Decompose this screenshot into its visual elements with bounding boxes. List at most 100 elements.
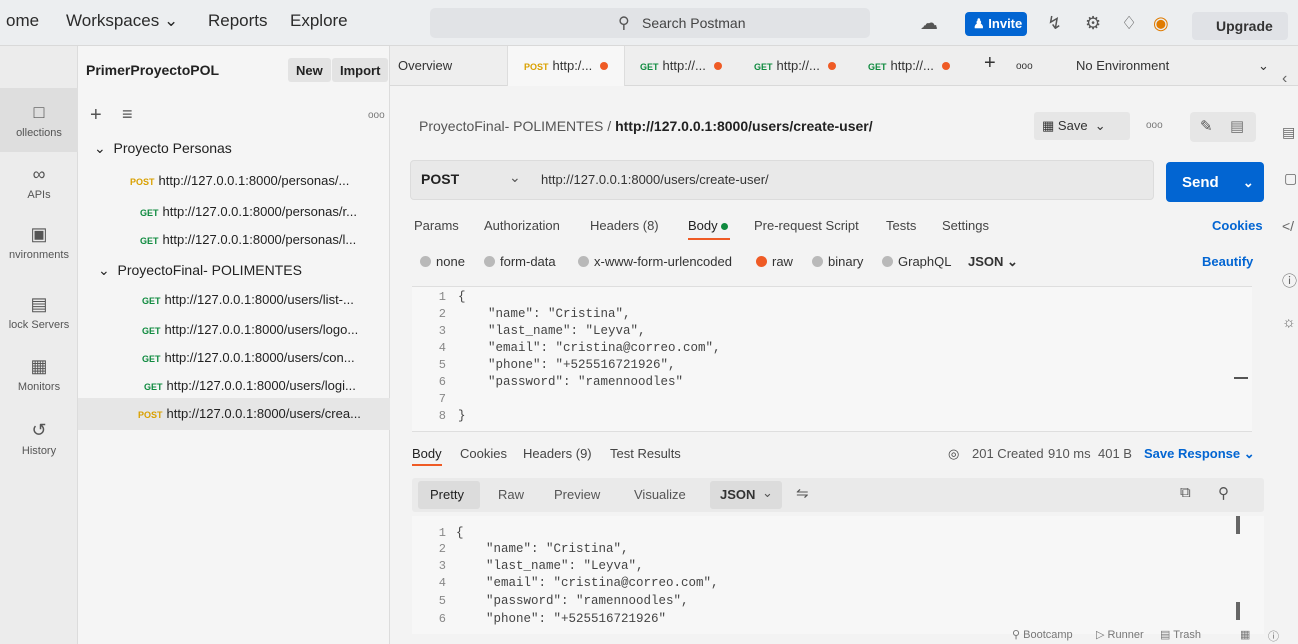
- format-select[interactable]: JSON ⌄: [968, 254, 1018, 270]
- upgrade-button[interactable]: Upgrade: [1192, 12, 1288, 40]
- help-icon[interactable]: ⓘ: [1268, 628, 1279, 644]
- request-more-icon[interactable]: ooo: [1146, 120, 1163, 131]
- nav-workspaces[interactable]: Workspaces ⌄: [66, 11, 178, 31]
- notification-bell-icon[interactable]: ♢: [1121, 13, 1137, 34]
- tab-authorization[interactable]: Authorization: [484, 218, 560, 233]
- view-toggle[interactable]: ✎ ▤: [1190, 112, 1256, 142]
- list-item[interactable]: GET http://127.0.0.1:8000/users/con...: [142, 350, 355, 365]
- tab-body[interactable]: Body: [688, 218, 729, 233]
- response-tab-cookies[interactable]: Cookies: [460, 446, 507, 461]
- radio-none[interactable]: none: [420, 254, 465, 269]
- settings-gear-icon[interactable]: ⚙: [1085, 13, 1101, 34]
- edit-pencil-icon[interactable]: ✎: [1200, 117, 1213, 135]
- filter-icon[interactable]: ≡: [122, 104, 133, 125]
- nav-reports[interactable]: Reports: [208, 11, 268, 31]
- import-button[interactable]: Import: [332, 58, 389, 82]
- radio-raw[interactable]: raw: [756, 254, 793, 269]
- environment-select[interactable]: No Environment: [1076, 58, 1169, 73]
- chevron-down-icon[interactable]: ⌄: [509, 169, 521, 186]
- editor-scrollbar[interactable]: [1234, 377, 1248, 379]
- response-tab-body[interactable]: Body: [412, 446, 442, 461]
- rail-history[interactable]: ↺ History: [0, 420, 78, 470]
- bootcamp-link[interactable]: ⚲ Bootcamp: [1012, 628, 1073, 641]
- globe-icon[interactable]: ◎: [948, 446, 959, 462]
- avatar[interactable]: ◉: [1153, 13, 1169, 34]
- tab-headers[interactable]: Headers (8): [590, 218, 659, 233]
- documentation-icon[interactable]: ▤: [1230, 117, 1244, 135]
- tab-get-request[interactable]: GET http://...: [868, 58, 950, 73]
- list-item-selected[interactable]: POST http://127.0.0.1:8000/users/crea...: [138, 406, 361, 421]
- request-body-editor[interactable]: 1 2 3 4 5 6 7 8 { "name": "Cristina", "l…: [412, 286, 1252, 432]
- tab-overview[interactable]: Overview: [398, 58, 452, 73]
- radio-binary[interactable]: binary: [812, 254, 863, 269]
- new-button[interactable]: New: [288, 58, 331, 82]
- response-scrollbar-thumb[interactable]: [1236, 602, 1240, 620]
- tab-post-request[interactable]: POST http:/...: [524, 58, 609, 73]
- chevron-down-icon[interactable]: ⌄: [1258, 58, 1269, 74]
- runner-link[interactable]: ▷ Runner: [1096, 628, 1144, 641]
- list-item[interactable]: GET http://127.0.0.1:8000/personas/l...: [140, 232, 356, 247]
- tab-tests[interactable]: Tests: [886, 218, 916, 233]
- search-input[interactable]: ⚲ Search Postman: [430, 8, 870, 38]
- folder-proyectofinal-polimentes[interactable]: ⌄ ProyectoFinal- POLIMENTES: [98, 262, 302, 279]
- invite-button[interactable]: ♟ Invite: [965, 12, 1027, 36]
- list-item[interactable]: GET http://127.0.0.1:8000/personas/r...: [140, 204, 357, 219]
- search-icon[interactable]: ⚲: [1218, 484, 1229, 502]
- more-options-icon[interactable]: ooo: [368, 110, 385, 121]
- view-visualize[interactable]: Visualize: [634, 487, 686, 502]
- tab-params[interactable]: Params: [414, 218, 459, 233]
- breadcrumb-collection[interactable]: ProyectoFinal- POLIMENTES: [419, 118, 603, 134]
- rail-mock-servers[interactable]: ▤ lock Servers: [0, 294, 78, 344]
- lightbulb-icon[interactable]: ☼: [1282, 314, 1296, 331]
- response-tab-test-results[interactable]: Test Results: [610, 446, 681, 461]
- beautify-link[interactable]: Beautify: [1202, 254, 1253, 269]
- list-item[interactable]: GET http://127.0.0.1:8000/users/list-...: [142, 292, 354, 307]
- code-snippet-icon[interactable]: </: [1282, 218, 1294, 234]
- send-button[interactable]: Send ⌄: [1166, 162, 1264, 202]
- cookies-link[interactable]: Cookies: [1212, 218, 1263, 233]
- rail-environments[interactable]: ▣ nvironments: [0, 224, 78, 274]
- sync-cloud-icon[interactable]: ☁: [920, 13, 938, 34]
- folder-proyecto-personas[interactable]: ⌄ Proyecto Personas: [94, 140, 232, 157]
- status-code[interactable]: 201 Created: [972, 446, 1044, 461]
- collapse-chevron-icon[interactable]: ‹: [1282, 70, 1287, 88]
- satellite-icon[interactable]: ↯: [1047, 13, 1062, 34]
- list-item[interactable]: GET http://127.0.0.1:8000/users/logo...: [142, 322, 358, 337]
- response-time[interactable]: 910 ms: [1048, 446, 1091, 461]
- radio-graphql[interactable]: GraphQL: [882, 254, 951, 269]
- rail-apis[interactable]: ∞ APIs: [0, 164, 78, 214]
- response-scrollbar[interactable]: [1236, 516, 1240, 534]
- tab-get-request[interactable]: GET http://...: [754, 58, 836, 73]
- copy-icon[interactable]: ⧉: [1180, 484, 1191, 501]
- add-collection-icon[interactable]: +: [90, 104, 102, 127]
- save-button[interactable]: ▦ Save ⌄: [1034, 112, 1130, 140]
- view-raw[interactable]: Raw: [498, 487, 524, 502]
- response-body-viewer[interactable]: 1 2 3 4 5 6 { "name": "Cristina", "last_…: [412, 516, 1264, 634]
- list-item[interactable]: POST http://127.0.0.1:8000/personas/...: [130, 173, 349, 188]
- layout-icon[interactable]: ▦: [1240, 628, 1250, 641]
- tabs-more-icon[interactable]: ooo: [1016, 61, 1033, 72]
- url-input[interactable]: http://127.0.0.1:8000/users/create-user/: [541, 172, 769, 187]
- tab-pre-request-script[interactable]: Pre-request Script: [754, 218, 859, 233]
- response-tab-headers[interactable]: Headers (9): [523, 446, 592, 461]
- wrap-lines-icon[interactable]: ⇋: [796, 484, 809, 502]
- docs-side-icon[interactable]: ▤: [1282, 124, 1295, 141]
- response-format-select[interactable]: JSON ⌄: [710, 481, 782, 509]
- list-item[interactable]: GET http://127.0.0.1:8000/users/logi...: [144, 378, 356, 393]
- rail-collections[interactable]: □ ollections: [0, 88, 78, 152]
- info-icon[interactable]: ⓘ: [1282, 270, 1297, 291]
- tab-settings[interactable]: Settings: [942, 218, 989, 233]
- save-response-button[interactable]: Save Response ⌄: [1144, 446, 1255, 462]
- nav-home[interactable]: ome: [6, 11, 39, 31]
- trash-link[interactable]: ▤ Trash: [1160, 628, 1201, 641]
- rail-monitors[interactable]: ▦ Monitors: [0, 356, 78, 406]
- response-size[interactable]: 401 B: [1098, 446, 1132, 461]
- radio-form-data[interactable]: form-data: [484, 254, 556, 269]
- view-pretty[interactable]: Pretty: [430, 487, 464, 502]
- tab-get-request[interactable]: GET http://...: [640, 58, 722, 73]
- method-select[interactable]: POST: [421, 171, 459, 187]
- new-tab-plus-icon[interactable]: +: [984, 52, 996, 75]
- radio-urlencoded[interactable]: x-www-form-urlencoded: [578, 254, 732, 269]
- view-preview[interactable]: Preview: [554, 487, 600, 502]
- nav-explore[interactable]: Explore: [290, 11, 348, 31]
